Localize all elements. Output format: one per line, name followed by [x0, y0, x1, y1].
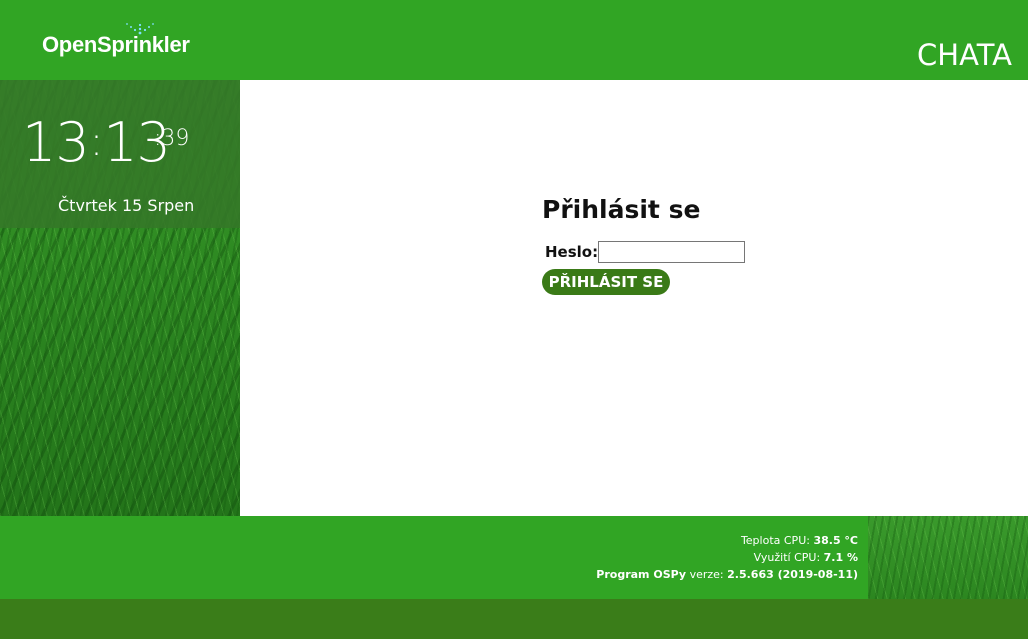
version-line: Program OSPy verze: 2.5.663 (2019-08-11): [596, 566, 858, 583]
cpu-temperature-line: Teplota CPU: 38.5 °C: [596, 532, 858, 549]
bottom-bar: [0, 599, 1028, 639]
logo-text: OpenSprinkler: [42, 32, 190, 57]
program-name: Program OSPy: [596, 568, 687, 581]
password-label: Heslo:: [545, 243, 599, 261]
clock-date: Čtvrtek 15 Srpen: [58, 196, 195, 215]
footer-grass-image: [868, 516, 1028, 599]
system-info: Teplota CPU: 38.5 °C Využití CPU: 7.1 % …: [596, 532, 858, 583]
cpu-usage-line: Využití CPU: 7.1 %: [596, 549, 858, 566]
cpu-temp-value: 38.5 °C: [813, 534, 858, 547]
cpu-usage-value: 7.1 %: [823, 551, 858, 564]
clock-hours: 13: [22, 111, 90, 174]
login-button[interactable]: PŘIHLÁSIT SE: [542, 269, 670, 295]
clock-separator: :: [89, 119, 104, 165]
login-title: Přihlásit se: [542, 195, 701, 224]
header: OpenSprinkler CHATA: [0, 0, 1028, 80]
main-content: Přihlásit se Heslo: PŘIHLÁSIT SE: [240, 80, 1028, 516]
version-label: verze:: [689, 568, 724, 581]
site-name: CHATA: [917, 38, 1012, 72]
version-value: 2.5.663 (2019-08-11): [727, 568, 858, 581]
sidebar-grass-panel: 13:13 :39 Čtvrtek 15 Srpen: [0, 80, 240, 516]
clock-widget: 13:13 :39 Čtvrtek 15 Srpen: [0, 80, 240, 228]
clock-time: 13:13: [22, 116, 171, 170]
clock-seconds: :39: [154, 126, 190, 151]
cpu-temp-label: Teplota CPU:: [740, 534, 810, 547]
footer: Teplota CPU: 38.5 °C Využití CPU: 7.1 % …: [0, 516, 1028, 599]
password-input[interactable]: [598, 241, 745, 263]
cpu-usage-label: Využití CPU:: [753, 551, 821, 564]
opensprinkler-logo[interactable]: OpenSprinkler: [42, 20, 212, 64]
